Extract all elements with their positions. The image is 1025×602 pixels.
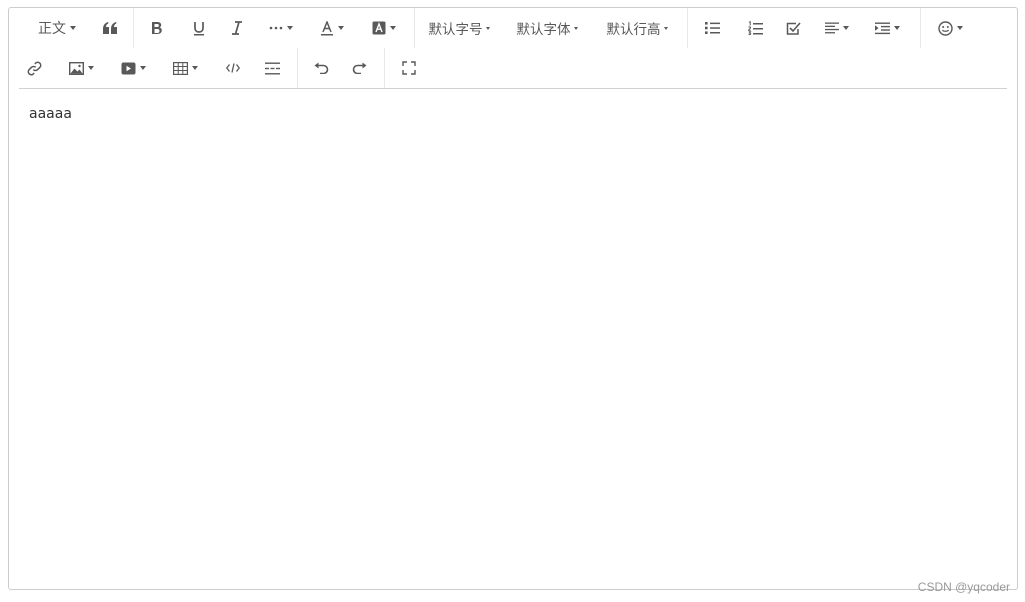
- indent-icon: [874, 22, 890, 34]
- underline-button[interactable]: [180, 10, 218, 46]
- font-size-select-button[interactable]: 默认字号: [415, 10, 503, 46]
- quote-icon: [103, 22, 117, 34]
- table-icon: [172, 61, 188, 75]
- chevron-down-icon: [956, 26, 963, 30]
- divider-button[interactable]: [255, 50, 289, 86]
- undo-icon: [314, 62, 328, 74]
- editor-content[interactable]: aaaaa: [29, 106, 72, 122]
- align-left-icon: [825, 22, 839, 34]
- redo-icon: [352, 62, 366, 74]
- italic-button[interactable]: [218, 10, 256, 46]
- bulleted-list-button[interactable]: [688, 10, 736, 46]
- chevron-down-icon: [390, 26, 396, 30]
- numbered-list-button[interactable]: [736, 10, 774, 46]
- bold-button[interactable]: [134, 10, 180, 46]
- fullscreen-icon: [402, 61, 416, 75]
- code-block-button[interactable]: [211, 50, 255, 86]
- blockquote-button[interactable]: [87, 10, 133, 46]
- insert-image-button[interactable]: [55, 50, 107, 86]
- video-icon: [121, 62, 135, 74]
- header-select-label: 正文: [38, 21, 66, 37]
- chevron-down-icon: [70, 26, 76, 30]
- line-height-label: 默认行高: [606, 22, 661, 38]
- insert-video-button[interactable]: [107, 50, 159, 86]
- chevron-down-icon: [191, 66, 198, 70]
- link-icon: [27, 61, 41, 75]
- bold-icon: [152, 22, 162, 34]
- redo-button[interactable]: [344, 50, 374, 86]
- justify-button[interactable]: [812, 10, 862, 46]
- bg-color-button[interactable]: [358, 10, 410, 46]
- toolbar-row-2: [19, 48, 433, 88]
- chevron-down-icon: [139, 66, 146, 70]
- font-family-select-button[interactable]: 默认字体: [503, 10, 591, 46]
- chevron-down-icon: [485, 26, 490, 30]
- todo-button[interactable]: [774, 10, 812, 46]
- font-color-button[interactable]: [306, 10, 358, 46]
- indent-button[interactable]: [862, 10, 912, 46]
- more-button[interactable]: [256, 10, 306, 46]
- header-select-button[interactable]: 正文: [27, 10, 87, 46]
- chevron-down-icon: [573, 26, 578, 30]
- italic-icon: [232, 21, 242, 35]
- rich-text-editor: 正文 默认字号 默认字体 默认行高 aaaaa: [8, 7, 1018, 590]
- chevron-down-icon: [843, 26, 849, 30]
- fullscreen-button[interactable]: [385, 50, 433, 86]
- line-height-select-button[interactable]: 默认行高: [591, 10, 683, 46]
- image-icon: [68, 61, 84, 75]
- underline-icon: [194, 21, 204, 35]
- more-icon: [269, 26, 283, 30]
- divider-icon: [264, 62, 280, 74]
- font-size-label: 默认字号: [428, 22, 483, 38]
- todo-icon: [786, 21, 801, 35]
- chevron-down-icon: [338, 26, 344, 30]
- watermark: CSDN @yqcoder: [917, 580, 1010, 594]
- bulleted-list-icon: [704, 22, 720, 34]
- chevron-down-icon: [87, 66, 94, 70]
- emotion-button[interactable]: [921, 10, 979, 46]
- chevron-down-icon: [287, 26, 293, 30]
- bg-color-icon: [372, 21, 386, 35]
- emoji-icon: [937, 20, 953, 36]
- font-color-icon: [321, 20, 333, 35]
- toolbar-row-1: 正文 默认字号 默认字体 默认行高: [19, 8, 979, 48]
- insert-link-button[interactable]: [19, 50, 49, 86]
- code-icon: [226, 63, 240, 73]
- insert-table-button[interactable]: [159, 50, 211, 86]
- undo-button[interactable]: [298, 50, 344, 86]
- chevron-down-icon: [893, 26, 900, 30]
- chevron-down-icon: [663, 26, 668, 30]
- editor-toolbar: 正文 默认字号 默认字体 默认行高: [19, 8, 1007, 89]
- font-family-label: 默认字体: [516, 22, 571, 38]
- numbered-list-icon: [747, 20, 763, 35]
